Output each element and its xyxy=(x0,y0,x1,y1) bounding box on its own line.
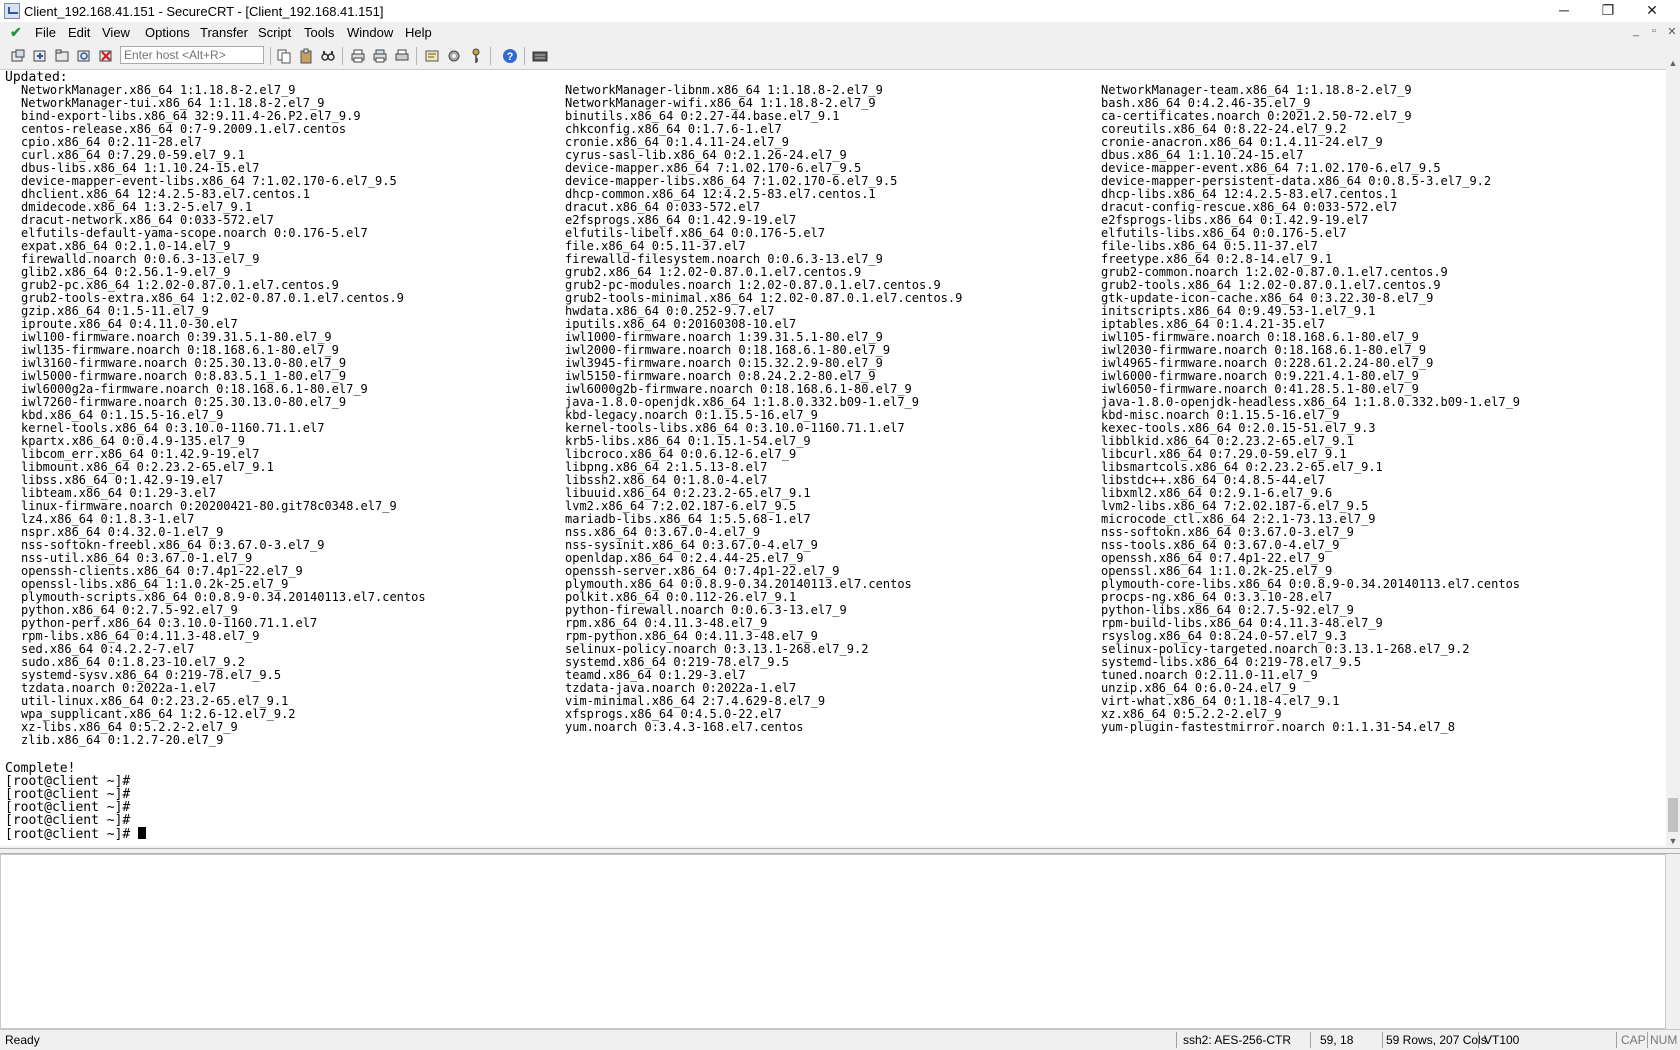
global-options-icon[interactable] xyxy=(446,48,462,64)
menu-window[interactable]: Window xyxy=(347,25,393,40)
quick-connect-icon[interactable] xyxy=(32,48,48,64)
status-separator xyxy=(1176,1032,1177,1048)
print-selection-icon[interactable] xyxy=(372,48,388,64)
status-separator xyxy=(1478,1032,1479,1048)
command-window[interactable] xyxy=(0,854,1666,1029)
status-terminal-type: VT100 xyxy=(1484,1033,1520,1047)
key-icon[interactable] xyxy=(468,48,484,64)
status-cipher: ssh2: AES-256-CTR xyxy=(1183,1033,1292,1047)
status-separator xyxy=(1382,1032,1383,1048)
menu-edit[interactable]: Edit xyxy=(68,25,90,40)
menu-help[interactable]: Help xyxy=(405,25,432,40)
terminal-scrollbar[interactable]: ▲ ▼ xyxy=(1666,56,1680,850)
mdi-close-button[interactable]: ✕ xyxy=(1664,25,1680,38)
print-icon[interactable] xyxy=(350,48,366,64)
find-icon[interactable] xyxy=(320,48,336,64)
mdi-restore-button[interactable]: ▫ xyxy=(1646,25,1662,37)
svg-text:?: ? xyxy=(507,51,514,63)
menu-bar: ✔ File Edit View Options Transfer Script… xyxy=(0,22,1680,43)
status-separator xyxy=(1310,1032,1311,1048)
disconnect-icon[interactable] xyxy=(98,48,114,64)
shell-prompt: [root@client ~]# xyxy=(5,827,139,842)
status-separator xyxy=(1647,1032,1648,1048)
menu-view[interactable]: View xyxy=(102,25,130,40)
toolbar-separator xyxy=(416,47,417,65)
status-dimensions: 59 Rows, 207 Cols xyxy=(1386,1033,1487,1047)
keymap-editor-icon[interactable] xyxy=(532,48,548,64)
scroll-down-arrow-icon[interactable]: ▼ xyxy=(1666,834,1680,848)
copy-icon[interactable] xyxy=(276,48,292,64)
package-entry: yum-plugin-fastestmirror.noarch 0:1.1.31… xyxy=(1101,720,1456,734)
status-separator xyxy=(1616,1032,1617,1048)
menu-file[interactable]: File xyxy=(35,25,56,40)
toolbar-separator xyxy=(524,47,525,65)
window-title: Client_192.168.41.151 - SecureCRT - [Cli… xyxy=(24,4,384,19)
package-column-2: NetworkManager-libnm.x86_64 1:1.18.8-2.e… xyxy=(565,84,962,734)
menu-script[interactable]: Script xyxy=(258,25,291,40)
session-options-icon[interactable] xyxy=(424,48,440,64)
scrollbar-thumb[interactable] xyxy=(1668,798,1678,832)
scroll-up-arrow-icon[interactable]: ▲ xyxy=(1666,56,1680,70)
status-ready: Ready xyxy=(5,1033,40,1047)
maximize-button[interactable]: ❐ xyxy=(1586,0,1630,22)
toolbar-separator xyxy=(342,47,343,65)
mdi-minimize-button[interactable]: _ xyxy=(1628,25,1644,37)
close-button[interactable]: ✕ xyxy=(1630,0,1674,22)
reconnect-icon[interactable] xyxy=(76,48,92,64)
package-entry: yum.noarch 0:3.4.3-168.el7.centos xyxy=(565,720,804,734)
status-num-lock: NUM xyxy=(1650,1033,1678,1047)
connected-check-icon: ✔ xyxy=(10,24,22,40)
connect-in-tab-icon[interactable] xyxy=(54,48,70,64)
menu-transfer[interactable]: Transfer xyxy=(200,25,248,40)
package-column-1: NetworkManager.x86_64 1:1.18.8-2.el7_9 Ne… xyxy=(21,84,426,747)
paste-icon[interactable] xyxy=(298,48,314,64)
print-setup-icon[interactable] xyxy=(394,48,410,64)
package-entry: zlib.x86_64 0:1.2.7-20.el7_9 xyxy=(21,733,224,747)
terminal-output[interactable]: Updated: NetworkManager.x86_64 1:1.18.8-… xyxy=(0,70,1666,846)
connect-icon[interactable] xyxy=(10,48,26,64)
menu-options[interactable]: Options xyxy=(145,25,190,40)
package-column-3: NetworkManager-team.x86_64 1:1.18.8-2.el… xyxy=(1101,84,1520,734)
minimize-button[interactable]: ─ xyxy=(1542,0,1586,22)
active-prompt-line[interactable]: [root@client ~]# xyxy=(5,827,147,842)
toolbar-separator xyxy=(270,47,271,65)
toolbar: ? xyxy=(0,43,1680,70)
terminal-cursor xyxy=(138,827,147,839)
status-bar: Ready ssh2: AES-256-CTR 59, 18 59 Rows, … xyxy=(0,1029,1680,1050)
securecrt-app-icon xyxy=(4,3,20,19)
menu-tools[interactable]: Tools xyxy=(304,25,334,40)
help-icon[interactable]: ? xyxy=(502,48,518,64)
shell-prompt: [root@client ~]# xyxy=(5,813,131,828)
enter-host-input[interactable] xyxy=(120,46,264,64)
status-caps-lock: CAP xyxy=(1621,1033,1646,1047)
title-bar: Client_192.168.41.151 - SecureCRT - [Cli… xyxy=(0,0,1680,23)
toolbar-separator xyxy=(490,47,491,65)
status-cursor-position: 59, 18 xyxy=(1320,1033,1354,1047)
